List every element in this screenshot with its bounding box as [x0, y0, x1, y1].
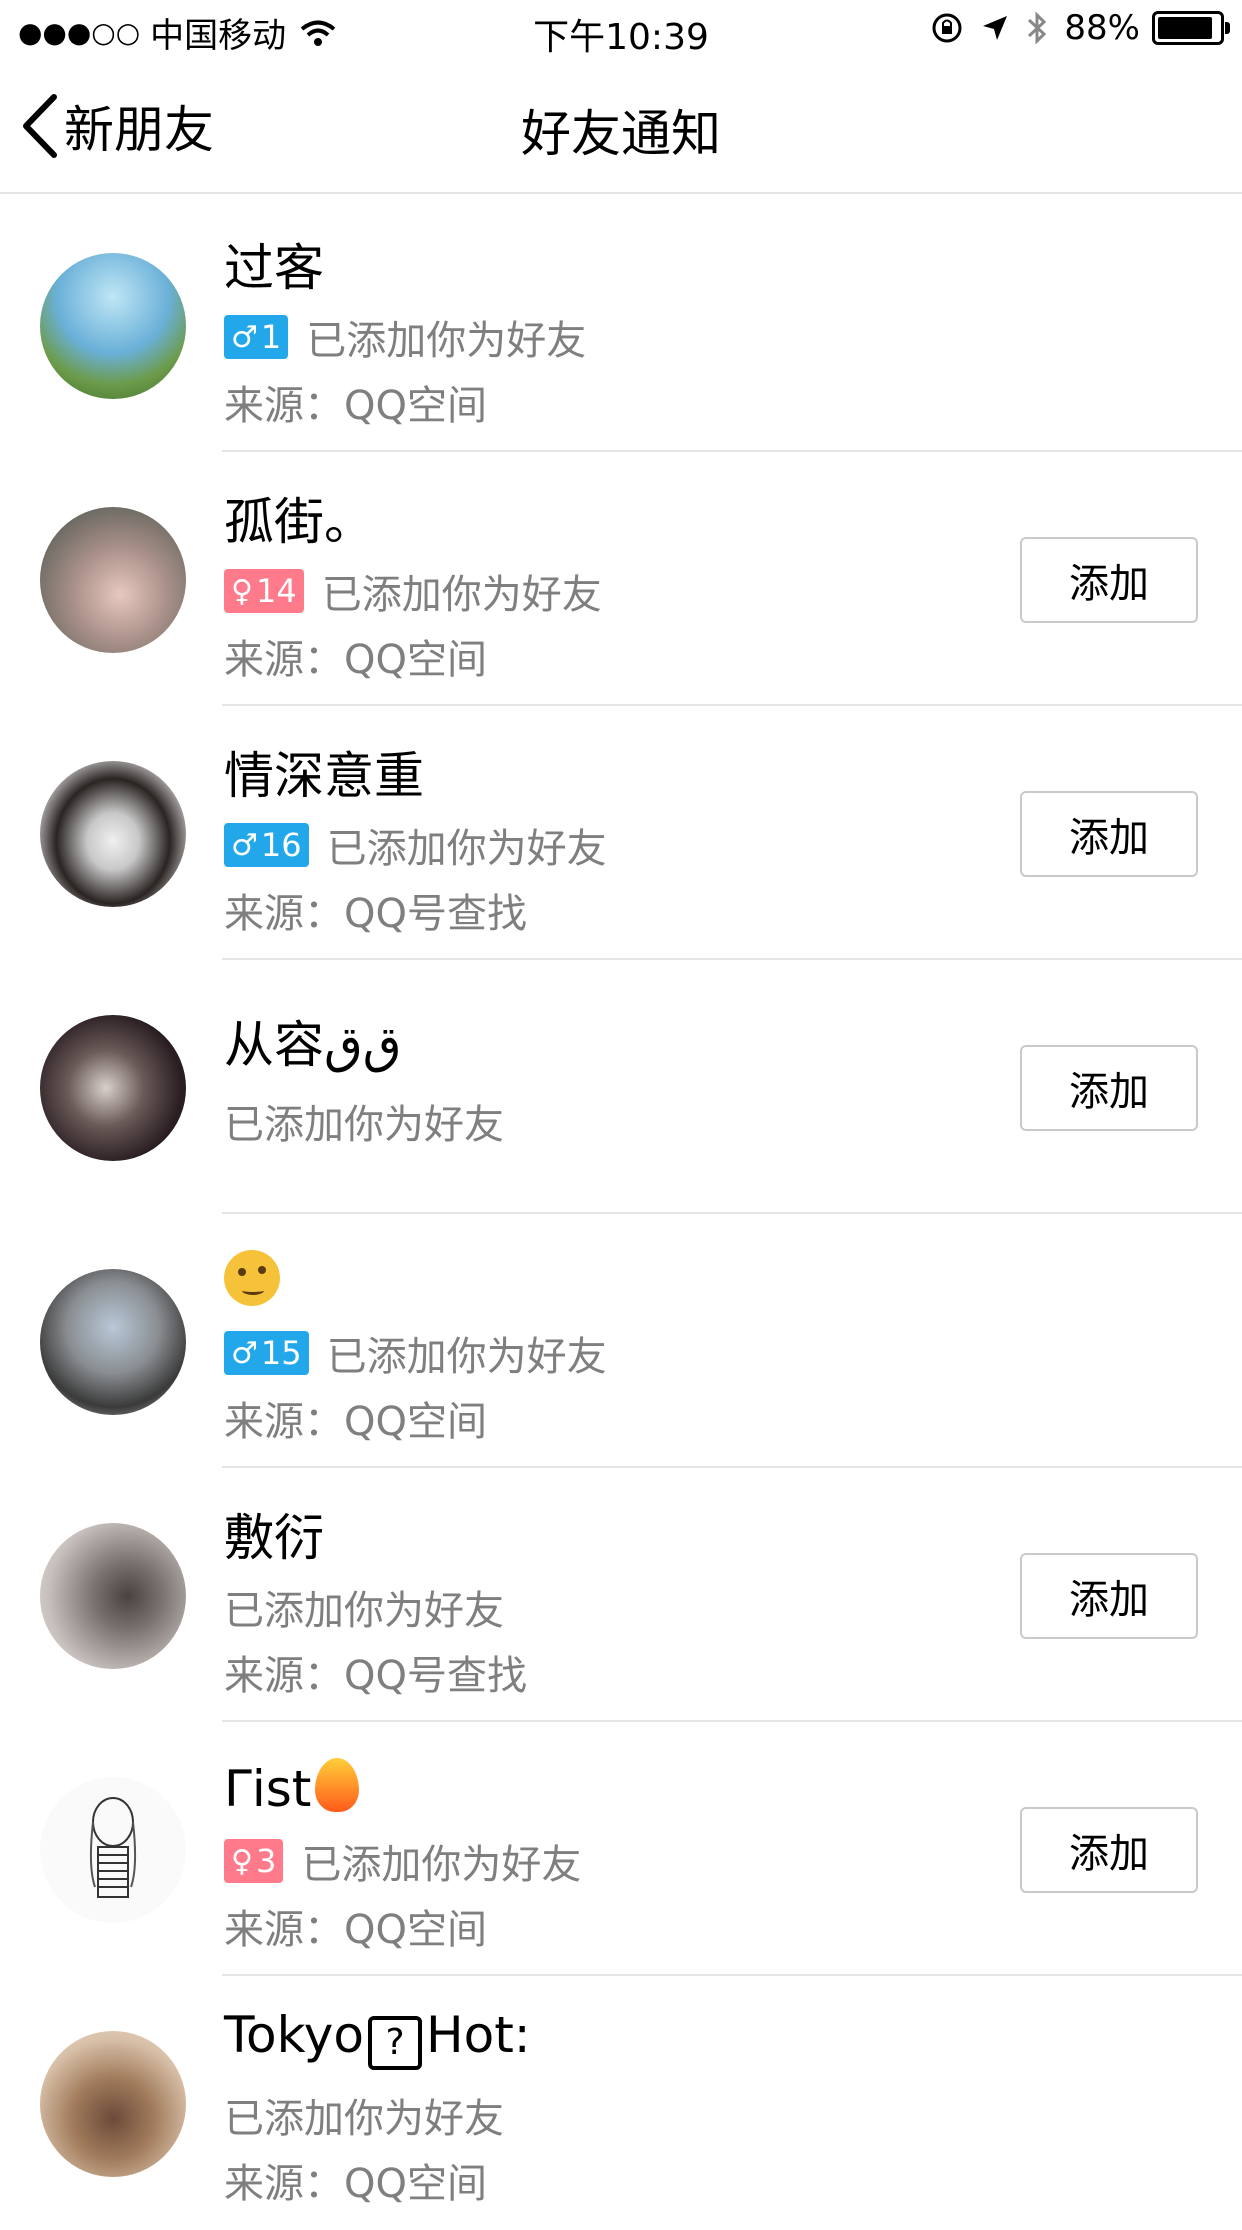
avatar[interactable] — [40, 1015, 186, 1161]
contact-name — [224, 1244, 280, 1312]
status-line: ♀ 14 已添加你为好友 — [224, 562, 602, 620]
battery-percent: 88% — [1064, 8, 1140, 48]
status-line: 已添加你为好友 — [224, 1092, 504, 1150]
contact-name: Tokyo? Hot: — [224, 2006, 531, 2070]
avatar[interactable] — [40, 2031, 186, 2177]
list-item[interactable]: 从容ﻕﻕ 已添加你为好友 添加 — [0, 960, 1242, 1214]
source-text: 来源：QQ号查找 — [224, 891, 527, 937]
nav-bar: 新朋友 好友通知 — [0, 62, 1242, 194]
source-text: 来源：QQ空间 — [224, 1907, 487, 1953]
battery-icon — [1152, 11, 1230, 45]
avatar[interactable] — [40, 1777, 186, 1923]
avatar[interactable] — [40, 253, 186, 399]
rotation-lock-icon — [932, 13, 962, 43]
list-item[interactable]: ♂ 15 已添加你为好友 来源：QQ空间 — [0, 1214, 1242, 1468]
list-item[interactable]: 情深意重 ♂ 16 已添加你为好友 来源：QQ号查找 添加 — [0, 706, 1242, 960]
source-text: 来源：QQ号查找 — [224, 1653, 527, 1699]
status-text: 已添加你为好友 — [326, 826, 607, 872]
list-item[interactable]: Tokyo? Hot: 已添加你为好友 来源：QQ空间 — [0, 1976, 1242, 2230]
status-line: 已添加你为好友 — [224, 1578, 504, 1636]
source-text: 来源：QQ空间 — [224, 1399, 487, 1445]
bluetooth-icon — [1028, 11, 1047, 45]
status-text: 已添加你为好友 — [224, 2096, 504, 2142]
add-button[interactable]: 添加 — [1020, 1045, 1198, 1131]
fire-icon — [315, 1758, 360, 1812]
gender-age-badge: ♀ 3 — [224, 1839, 284, 1883]
avatar[interactable] — [40, 1269, 186, 1415]
gender-age-badge: ♂ 15 — [224, 1331, 309, 1375]
source-text: 来源：QQ空间 — [224, 2161, 487, 2207]
friend-notification-list: 过客 ♂ 1 已添加你为好友 来源：QQ空间 孤街。 ♀ 14 已添加你为好友 来源… — [0, 198, 1242, 2230]
contact-name: 从容ﻕﻕ — [224, 1016, 402, 1074]
source-text: 来源：QQ空间 — [224, 637, 487, 683]
status-text: 已添加你为好友 — [224, 1102, 504, 1148]
page-title: 好友通知 — [521, 105, 721, 163]
contact-name: Γist — [224, 1752, 360, 1818]
status-line: ♂ 16 已添加你为好友 — [224, 816, 607, 874]
contact-name: 过客 — [224, 239, 324, 297]
status-text: 已添加你为好友 — [224, 1588, 504, 1634]
status-line: ♀ 3 已添加你为好友 — [224, 1832, 581, 1890]
status-line: 已添加你为好友 — [224, 2086, 504, 2144]
add-button[interactable]: 添加 — [1020, 1807, 1198, 1893]
avatar[interactable] — [40, 761, 186, 907]
gender-age-badge: ♂ 1 — [224, 315, 289, 359]
male-icon: ♂ — [231, 319, 258, 355]
male-icon: ♂ — [231, 1335, 258, 1371]
add-button[interactable]: 添加 — [1020, 1553, 1198, 1639]
unknown-glyph-icon: ? — [368, 2016, 422, 2070]
source-text: 来源：QQ空间 — [224, 383, 487, 429]
status-text: 已添加你为好友 — [326, 1334, 607, 1380]
female-icon: ♀ — [231, 573, 253, 609]
list-item[interactable]: 敷衍 已添加你为好友 来源：QQ号查找 添加 — [0, 1468, 1242, 1722]
status-line: ♂ 15 已添加你为好友 — [224, 1324, 607, 1382]
add-button[interactable]: 添加 — [1020, 537, 1198, 623]
status-bar: ●●●○○ 中国移动 下午10:39 88% — [0, 0, 1242, 62]
status-text: 已添加你为好友 — [321, 572, 602, 618]
add-button[interactable]: 添加 — [1020, 791, 1198, 877]
avatar[interactable] — [40, 507, 186, 653]
gender-age-badge: ♂ 16 — [224, 823, 309, 867]
list-item[interactable]: 孤街。 ♀ 14 已添加你为好友 来源：QQ空间 添加 — [0, 452, 1242, 706]
contact-name: 孤街。 — [224, 493, 374, 551]
contact-name: 敷衍 — [224, 1509, 324, 1567]
female-icon: ♀ — [231, 1843, 253, 1879]
male-icon: ♂ — [231, 827, 258, 863]
list-item[interactable]: Γist ♀ 3 已添加你为好友 来源：QQ空间 添加 — [0, 1722, 1242, 1976]
contact-name: 情深意重 — [224, 747, 424, 805]
thinking-face-icon — [224, 1250, 280, 1306]
status-right: 88% — [930, 8, 1230, 48]
location-arrow-icon — [983, 16, 1008, 40]
list-item[interactable]: 过客 ♂ 1 已添加你为好友 来源：QQ空间 — [0, 198, 1242, 452]
status-line: ♂ 1 已添加你为好友 — [224, 308, 586, 366]
sketch-girl-icon — [89, 1797, 137, 1898]
gender-age-badge: ♀ 14 — [224, 569, 304, 613]
avatar[interactable] — [40, 1523, 186, 1669]
status-text: 已添加你为好友 — [301, 1842, 582, 1888]
status-text: 已添加你为好友 — [306, 318, 587, 364]
